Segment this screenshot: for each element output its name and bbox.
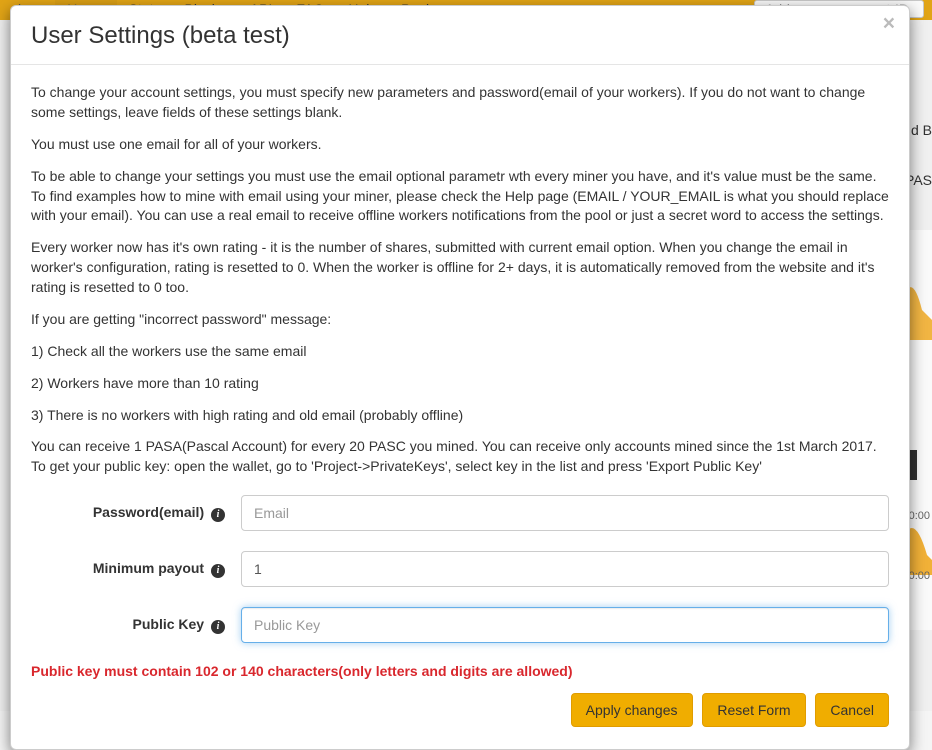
intro-text-8: 3) There is no workers with high rating … — [31, 406, 889, 426]
intro-text-7: 2) Workers have more than 10 rating — [31, 374, 889, 394]
intro-text-6: 1) Check all the workers use the same em… — [31, 342, 889, 362]
intro-text-2: You must use one email for all of your w… — [31, 135, 889, 155]
pubkey-label: Public Key i — [31, 616, 241, 634]
info-icon[interactable]: i — [211, 620, 225, 634]
settings-form: Password(email) i Minimum payout i Publi… — [31, 495, 889, 731]
modal-title: User Settings (beta test) — [31, 22, 290, 49]
password-input[interactable] — [241, 495, 889, 531]
payout-label: Minimum payout i — [31, 560, 241, 578]
modal-header: User Settings (beta test) × — [11, 6, 909, 65]
info-icon[interactable]: i — [211, 508, 225, 522]
modal-footer: Apply changes Reset Form Cancel — [31, 693, 889, 731]
apply-button[interactable]: Apply changes — [571, 693, 693, 727]
intro-text-5: If you are getting "incorrect password" … — [31, 310, 889, 330]
error-message: Public key must contain 102 or 140 chara… — [31, 663, 889, 679]
intro-text-3: To be able to change your settings you m… — [31, 167, 889, 227]
cancel-button[interactable]: Cancel — [815, 693, 889, 727]
close-icon[interactable]: × — [883, 13, 895, 34]
intro-text-4: Every worker now has it's own rating - i… — [31, 238, 889, 298]
info-icon[interactable]: i — [211, 564, 225, 578]
user-settings-modal: User Settings (beta test) × To change yo… — [10, 5, 910, 750]
modal-body: To change your account settings, you mus… — [11, 65, 909, 749]
intro-text-9: You can receive 1 PASA(Pascal Account) f… — [31, 437, 889, 477]
password-label: Password(email) i — [31, 504, 241, 522]
pubkey-input[interactable] — [241, 607, 889, 643]
intro-text-1: To change your account settings, you mus… — [31, 83, 889, 123]
reset-button[interactable]: Reset Form — [702, 693, 805, 727]
payout-input[interactable] — [241, 551, 889, 587]
